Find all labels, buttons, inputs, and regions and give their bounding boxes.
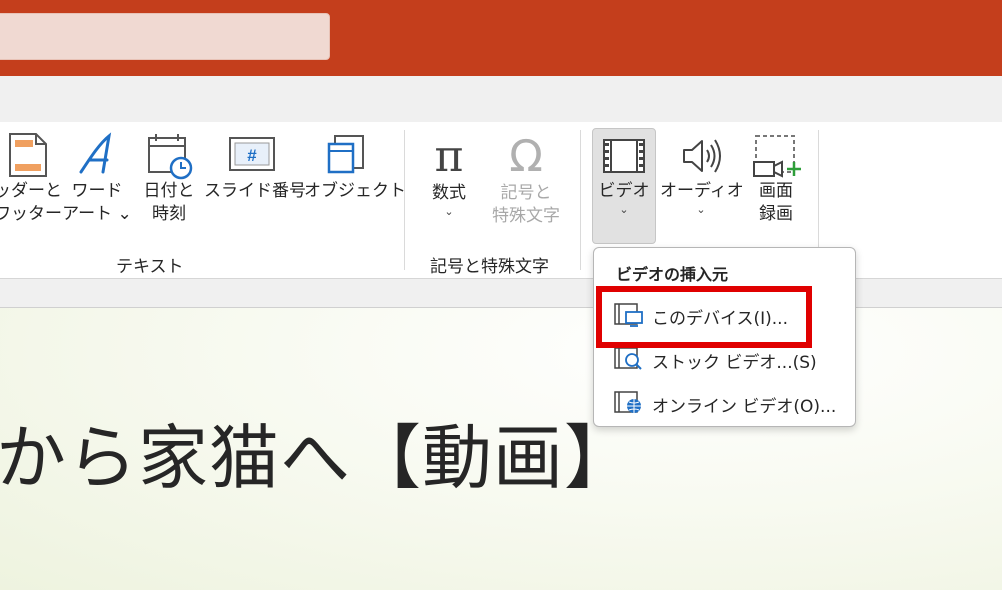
menu-item-label: ストック ビデオ...(S) — [652, 353, 817, 373]
screen-recording-label-2: 録画 — [759, 204, 793, 224]
menu-header: ビデオの挿入元 — [616, 265, 729, 284]
object-label: オブジェクト — [304, 181, 406, 201]
screen-recording-label-1: 画面 — [759, 181, 793, 201]
menu-item-online-video[interactable]: オンライン ビデオ(O)... — [602, 383, 849, 423]
slide-number-label: スライド番号 — [204, 181, 306, 201]
symbol-button[interactable]: Ω 記号と 特殊文字 — [486, 132, 566, 228]
speaker-icon — [683, 139, 721, 173]
slide-number-icon: # — [229, 137, 275, 171]
online-video-icon — [614, 391, 641, 413]
wordart-label-2: アート ⌄ — [62, 204, 132, 224]
audio-label: オーディオ — [660, 181, 744, 201]
screen-recording-icon — [753, 135, 801, 178]
date-time-label-1: 日付と — [143, 181, 195, 201]
screen-recording-button[interactable]: 画面 録画 — [746, 132, 806, 226]
header-footer-button[interactable]: ッダーと ワッター — [0, 132, 62, 226]
chevron-down-icon: ⌄ — [444, 205, 454, 218]
date-time-button[interactable]: 日付と 時刻 — [138, 132, 200, 226]
highlight-box — [596, 286, 812, 348]
ribbon-tab-strip — [0, 76, 1002, 122]
video-icon — [603, 139, 645, 173]
date-time-label-2: 時刻 — [152, 204, 186, 224]
wordart-button[interactable]: ワード アート ⌄ — [62, 132, 132, 226]
slide-title[interactable]: から家猫へ【動画】 — [0, 408, 635, 508]
group-separator — [404, 130, 405, 270]
omega-icon: Ω — [509, 131, 543, 182]
text-group-label: テキスト — [116, 257, 184, 277]
header-footer-label-2: ワッター — [0, 204, 62, 224]
wordart-icon — [79, 132, 112, 174]
video-label: ビデオ — [598, 181, 650, 201]
object-icon — [327, 135, 364, 174]
audio-button[interactable]: オーディオ ⌄ — [660, 132, 744, 217]
wordart-label-1: ワード — [71, 181, 123, 201]
menu-item-label: オンライン ビデオ(O)... — [652, 397, 837, 417]
equation-label: 数式 — [432, 183, 466, 203]
symbol-label-1: 記号と — [500, 183, 552, 203]
stock-video-icon — [614, 347, 642, 370]
title-bar — [0, 0, 1002, 76]
svg-text:#: # — [247, 146, 257, 165]
chevron-down-icon: ⌄ — [619, 203, 629, 216]
slide-number-button[interactable]: # スライド番号 — [204, 132, 306, 203]
symbols-group-label: 記号と特殊文字 — [430, 257, 549, 277]
pi-icon: π — [434, 131, 464, 182]
header-footer-icon — [9, 133, 47, 177]
equation-button[interactable]: π 数式 ⌄ — [418, 132, 480, 219]
video-button-content: ビデオ ⌄ — [592, 132, 656, 217]
symbol-label-2: 特殊文字 — [492, 206, 560, 226]
object-button[interactable]: オブジェクト — [304, 132, 406, 203]
chevron-down-icon: ⌄ — [696, 203, 706, 216]
group-separator — [580, 130, 581, 270]
search-box[interactable] — [0, 13, 330, 60]
date-time-icon — [148, 134, 193, 180]
header-footer-label-1: ッダーと — [0, 181, 62, 201]
